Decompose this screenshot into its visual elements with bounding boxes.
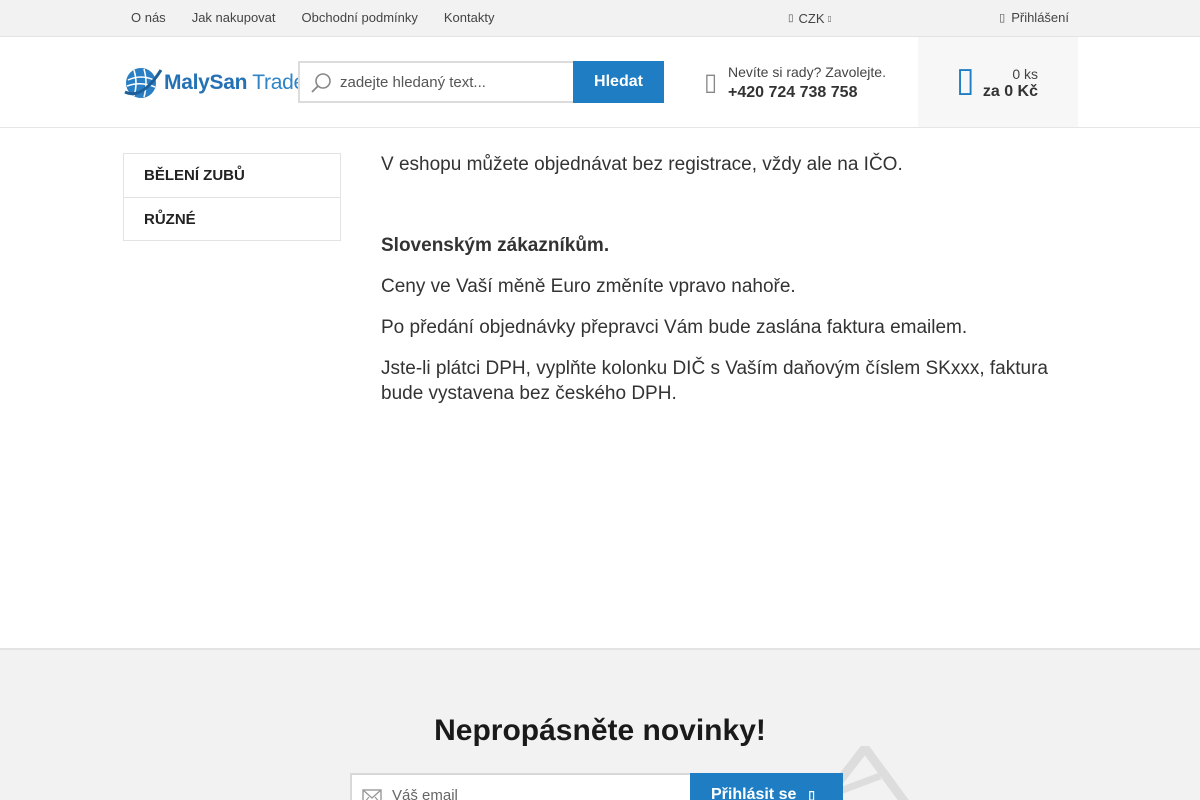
site-header: MalySan Trade Hledat ▯ Nevíte si rady? Z…	[0, 37, 1200, 128]
search-icon	[311, 73, 331, 93]
cart-price: za 0 Kč	[982, 83, 1038, 100]
content-paragraph: Jste-li plátci DPH, vyplňte kolonku DIČ …	[381, 358, 1048, 404]
sidebar-item-ruzne[interactable]: RŮZNÉ	[124, 197, 340, 240]
nav-link-o-nas[interactable]: O nás	[118, 0, 179, 36]
arrow-right-icon: ▯	[808, 788, 815, 800]
newsletter-field	[350, 773, 690, 800]
globe-logo-icon	[124, 68, 162, 98]
newsletter-subscribe-button[interactable]: Přihlásit se ▯	[690, 773, 843, 800]
contact-info: ▯ Nevíte si rady? Zavolejte. +420 724 73…	[704, 61, 886, 105]
currency-icon: ▯	[788, 12, 794, 24]
contact-phone[interactable]: +420 724 738 758	[728, 84, 886, 102]
cart-widget[interactable]: ▯ 0 ks za 0 Kč	[918, 37, 1078, 127]
content-paragraph: Po předání objednávky přepravci Vám bude…	[381, 317, 968, 338]
mail-icon	[362, 789, 382, 800]
currency-label: CZK	[798, 10, 825, 26]
contact-prompt: Nevíte si rady? Zavolejte.	[728, 64, 886, 80]
phone-icon: ▯	[704, 69, 718, 96]
login-link[interactable]: ▯ Přihlášení	[999, 0, 1069, 34]
nav-link-obchodni-podminky[interactable]: Obchodní podmínky	[289, 0, 431, 36]
main-content: V eshopu můžete objednávat bez registrac…	[381, 152, 1071, 422]
newsletter-form: Přihlásit se▯	[350, 773, 843, 800]
currency-selector[interactable]: ▯ CZK ▯	[788, 0, 832, 36]
top-bar: O nás Jak nakupovat Obchodní podmínky Ko…	[0, 0, 1200, 37]
content-paragraph: Ceny ve Vaší měně Euro změníte vpravo na…	[381, 276, 796, 297]
newsletter-email-input[interactable]	[392, 775, 682, 800]
search-input[interactable]	[340, 63, 570, 101]
brand-name: MalySan Trade	[164, 71, 305, 94]
nav-link-kontakty[interactable]: Kontakty	[431, 0, 508, 36]
content-heading: Slovenským zákazníkům.	[381, 235, 610, 256]
nav-link-jak-nakupovat[interactable]: Jak nakupovat	[179, 0, 289, 36]
cart-quantity: 0 ks	[1012, 66, 1038, 82]
newsletter-title: Nepropásněte novinky!	[434, 714, 766, 747]
search-button[interactable]: Hledat	[573, 61, 664, 103]
user-icon: ▯	[999, 11, 1006, 24]
category-sidebar: BĚLENÍ ZUBŮ RŮZNÉ	[123, 153, 341, 241]
search-field	[298, 61, 573, 103]
cart-icon: ▯	[956, 61, 975, 99]
sidebar-item-beleni-zubu[interactable]: BĚLENÍ ZUBŮ	[124, 154, 340, 197]
chevron-down-icon: ▯	[827, 13, 832, 23]
top-navigation: O nás Jak nakupovat Obchodní podmínky Ko…	[118, 0, 507, 36]
newsletter-section: Nepropásněte novinky! Přihlásit se▯	[0, 648, 1200, 800]
search-form: Hledat	[298, 61, 664, 103]
content-paragraph: V eshopu můžete objednávat bez registrac…	[381, 154, 903, 175]
login-label: Přihlášení	[1011, 9, 1069, 25]
logo[interactable]: MalySan Trade	[124, 64, 305, 102]
